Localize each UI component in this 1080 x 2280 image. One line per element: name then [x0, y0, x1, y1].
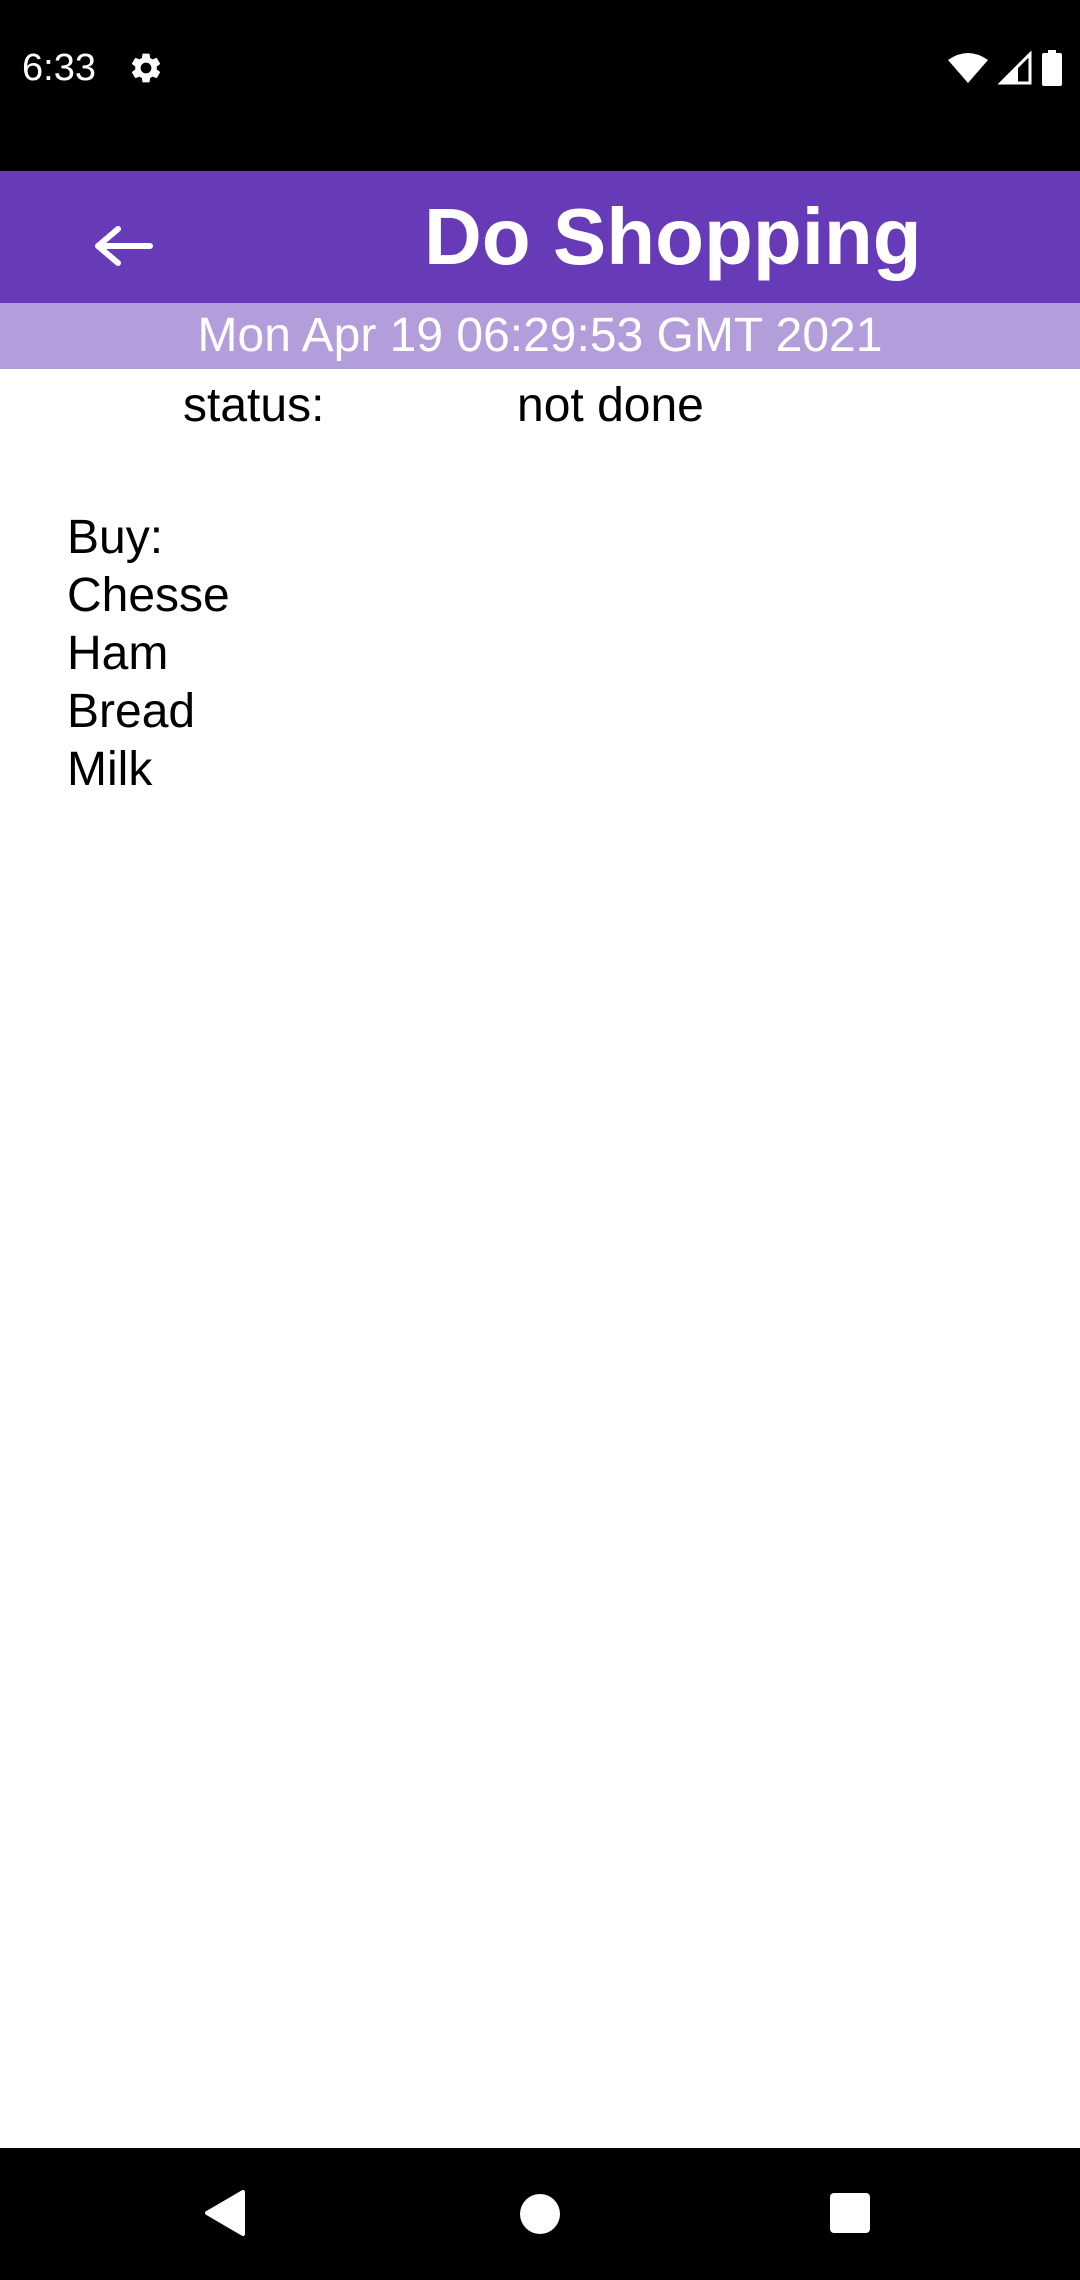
status-value: not done: [517, 379, 704, 432]
note-line: Ham: [67, 627, 169, 680]
note-line: Milk: [67, 743, 153, 796]
navigation-bar: [0, 2148, 1080, 2280]
app-bar: Do Shopping: [0, 171, 1080, 303]
nav-back-icon[interactable]: [203, 2188, 247, 2238]
note-body: Buy: Chesse Ham Bread Milk: [67, 509, 230, 799]
battery-icon: [1042, 50, 1062, 86]
date-timestamp: Mon Apr 19 06:29:53 GMT 2021: [0, 303, 1080, 369]
status-bar: 6:33: [0, 0, 1080, 171]
note-line: Buy:: [67, 511, 164, 564]
nav-recents-icon[interactable]: [829, 2192, 871, 2234]
back-arrow-icon[interactable]: [88, 219, 158, 269]
note-line: Chesse: [67, 569, 230, 622]
note-line: Bread: [67, 685, 196, 738]
status-icons: [948, 48, 1062, 88]
signal-icon: [998, 51, 1032, 85]
page-title: Do Shopping: [424, 192, 922, 281]
status-label: status:: [183, 379, 325, 432]
gear-icon: [131, 53, 161, 83]
nav-home-icon[interactable]: [518, 2192, 562, 2236]
wifi-icon: [948, 53, 988, 83]
status-time: 6:33: [22, 47, 96, 89]
